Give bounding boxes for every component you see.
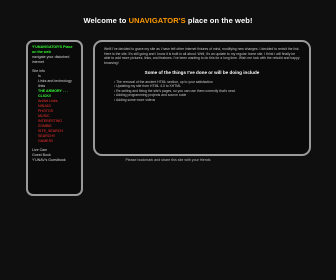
things-list: The removal of the ancient HTML section,… [104,80,300,103]
things-heading: Some of the things I've done or will be … [144,70,260,75]
sidebar-subtitle: navigate your disturbed internet [32,55,70,64]
main-content: Well! I've decided to grace my site as I… [93,40,311,156]
title-site-name: UNAVIGATOR'S [128,16,186,25]
list-item: Adding some more videos [114,98,300,103]
title-suffix: place on the web! [185,16,253,25]
intro-paragraph: Well! I've decided to grace my site as I… [104,47,300,65]
sidebar-item-links[interactable]: Links and technology links [32,79,77,89]
sidebar-item-armory[interactable]: THE ARMORY . . . CLICK!! [32,89,77,99]
title-prefix: Welcome to [83,16,129,25]
sidebar: Y'UNAVIGATOR'S Place on the web navigate… [26,40,83,196]
footer-note: Please bookmark and share this site with… [125,158,211,162]
page-title: Welcome to UNAVIGATOR'S place on the web… [0,16,336,25]
sidebar-heading: Y'UNAVIGATOR'S Place on the web [32,45,73,54]
